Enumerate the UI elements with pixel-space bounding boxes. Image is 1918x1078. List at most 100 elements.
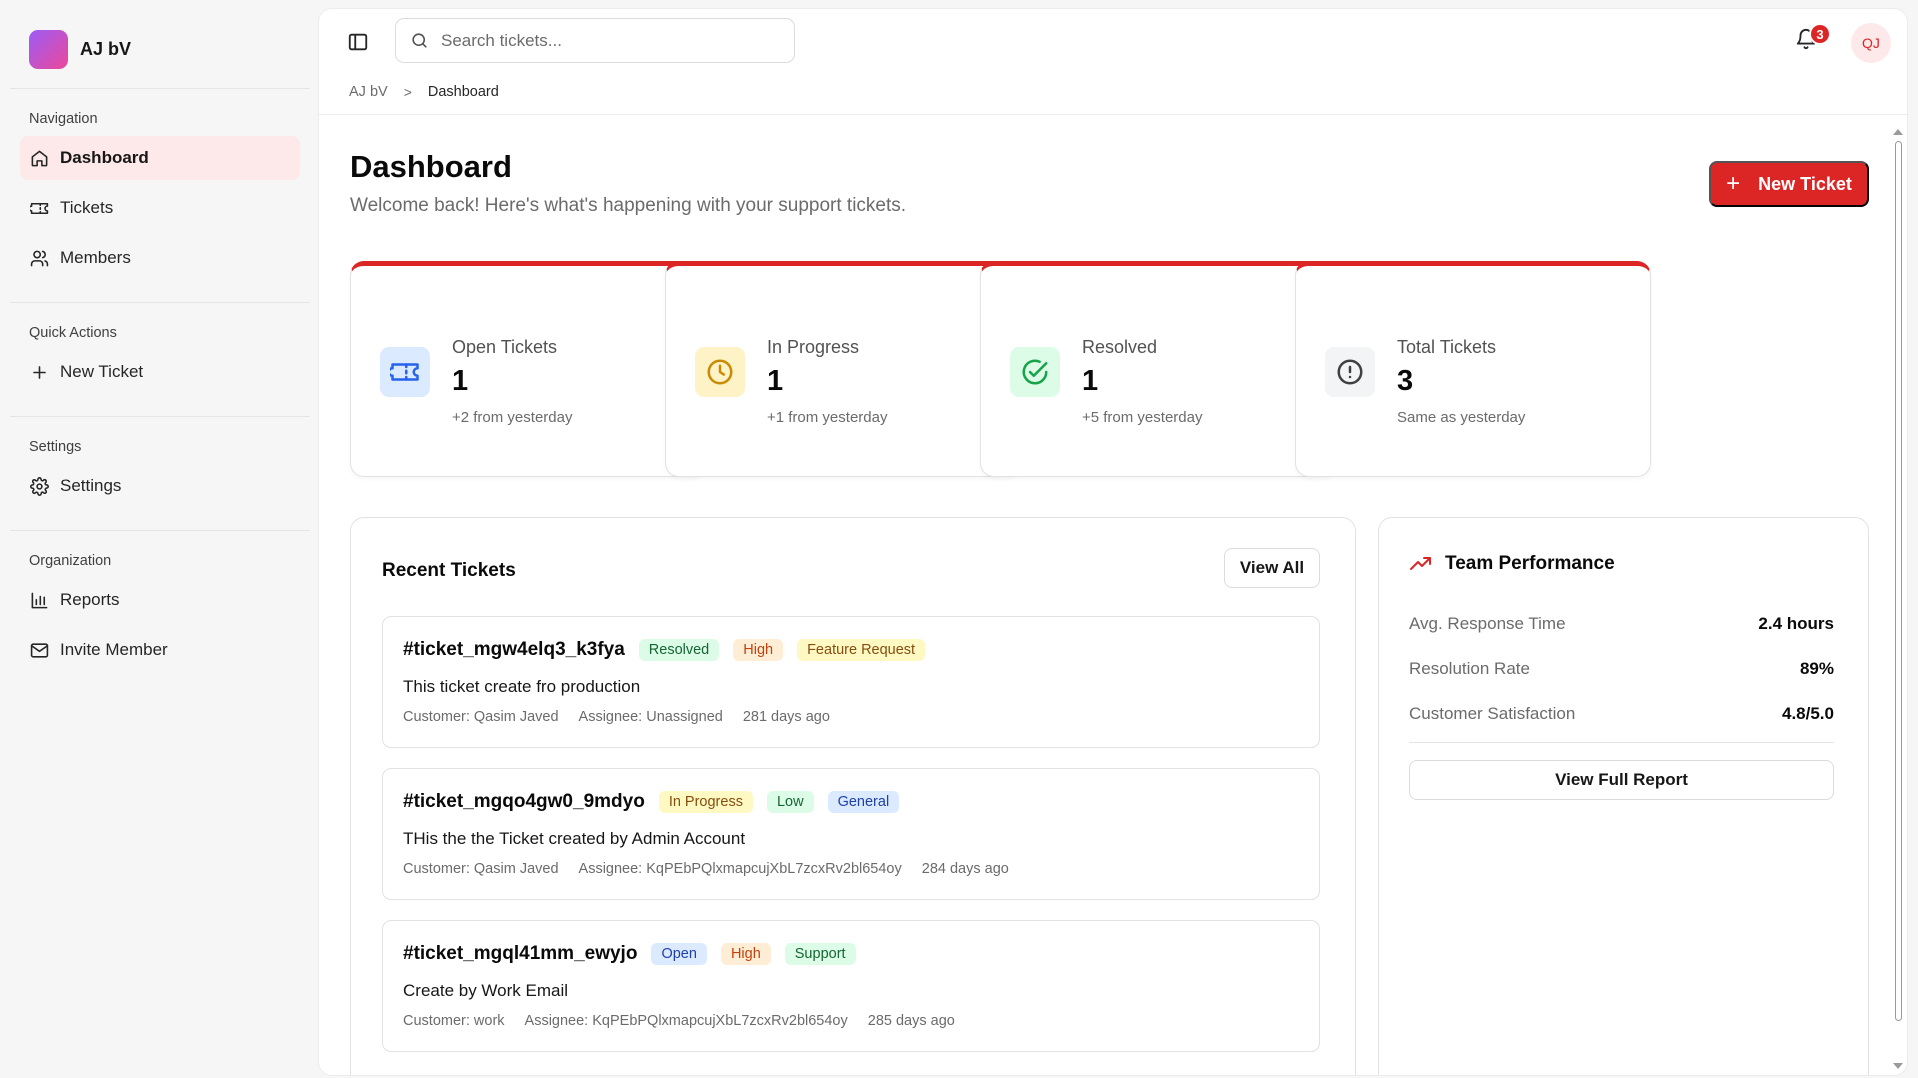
stat-value: 1: [452, 365, 469, 397]
ticket-id[interactable]: #ticket_mgw4elq3_k3fya: [403, 639, 625, 661]
search-box[interactable]: [395, 18, 795, 63]
stat-label: In Progress: [767, 337, 860, 357]
sidebar-item-label: Settings: [60, 476, 122, 495]
brand-logo: [29, 29, 68, 69]
ticket-row[interactable]: #ticket_mgql41mm_ewyjo Open High Support…: [382, 920, 1320, 1052]
ticket-age: 281 days ago: [742, 709, 830, 725]
category-badge: General: [827, 791, 900, 813]
ticket-row[interactable]: #ticket_mgqo4gw0_9mdyo In Progress Low G…: [382, 768, 1320, 900]
users-icon: [30, 250, 49, 266]
check-circle-icon: [1010, 347, 1060, 397]
clock-icon: [695, 347, 745, 397]
scrollbar[interactable]: [1893, 129, 1903, 1069]
ticket-title: Create by Work Email: [403, 981, 569, 1000]
stat-delta: +5 from yesterday: [1082, 409, 1203, 426]
search-input[interactable]: [441, 30, 771, 51]
ticket-id[interactable]: #ticket_mgql41mm_ewyjo: [403, 943, 637, 965]
page-subtitle: Welcome back! Here's what's happening wi…: [350, 195, 907, 216]
nav-group-settings: Settings Settings: [10, 417, 310, 531]
sidebar-item-dashboard[interactable]: Dashboard: [20, 136, 300, 180]
ticket-icon: [30, 202, 49, 214]
ticket-row[interactable]: #ticket_mgw4elq3_k3fya Resolved High Fea…: [382, 616, 1320, 748]
ticket-assignee: Assignee: KqPEbPQlxmapcujXbL7zcxRv2bl654…: [524, 1013, 848, 1029]
metric-resolution-rate: Resolution Rate 89%: [1409, 659, 1834, 679]
sidebar-toggle-icon: [348, 33, 368, 51]
view-all-button[interactable]: View All: [1224, 548, 1320, 588]
ticket-title: This ticket create fro production: [403, 677, 641, 696]
priority-badge: High: [720, 943, 771, 965]
stat-delta: +1 from yesterday: [767, 409, 888, 426]
ticket-age: 284 days ago: [921, 861, 1009, 877]
team-performance-header: Team Performance: [1409, 552, 1615, 576]
sidebar-item-reports[interactable]: Reports: [20, 578, 300, 622]
ticket-customer: Customer: Qasim Javed: [403, 709, 559, 725]
team-performance-title: Team Performance: [1445, 553, 1615, 574]
chevron-right-icon: >: [403, 84, 412, 100]
sidebar: AJ bV Navigation Dashboard Tickets Membe…: [10, 10, 310, 1068]
ticket-icon: [380, 347, 430, 397]
sidebar-item-invite-member[interactable]: Invite Member: [20, 628, 300, 672]
sidebar-item-label: Tickets: [60, 198, 114, 217]
status-badge: Open: [651, 943, 707, 965]
stat-card-open: Open Tickets 1 +2 from yesterday: [350, 261, 706, 477]
ticket-title: THis the the Ticket created by Admin Acc…: [403, 829, 746, 848]
group-label: Organization: [29, 553, 112, 569]
group-label: Quick Actions: [29, 325, 117, 341]
stat-card-total: Total Tickets 3 Same as yesterday: [1295, 261, 1651, 477]
ticket-assignee: Assignee: KqPEbPQlxmapcujXbL7zcxRv2bl654…: [578, 861, 902, 877]
stat-card-resolved: Resolved 1 +5 from yesterday: [980, 261, 1336, 477]
metric-value: 89%: [1799, 659, 1834, 678]
recent-tickets-card: Recent Tickets View All #ticket_mgw4elq3…: [350, 517, 1356, 1075]
sidebar-item-settings[interactable]: Settings: [20, 464, 300, 508]
breadcrumb-current: Dashboard: [427, 84, 499, 100]
scroll-down-arrow-icon[interactable]: [1893, 1063, 1903, 1069]
plus-icon: +: [1726, 170, 1741, 197]
stat-value: 1: [1082, 365, 1099, 397]
nav-group-quick-actions: Quick Actions New Ticket: [10, 303, 310, 417]
trending-up-icon: [1410, 557, 1431, 570]
status-badge: In Progress: [658, 791, 753, 813]
breadcrumb-root[interactable]: AJ bV: [349, 84, 388, 100]
stat-value: 3: [1397, 365, 1414, 397]
metric-avg-response: Avg. Response Time 2.4 hours: [1409, 614, 1834, 634]
page-title: Dashboard: [350, 149, 512, 184]
stat-delta: Same as yesterday: [1397, 409, 1526, 426]
category-badge: Feature Request: [797, 639, 926, 661]
nav-group-organization: Organization Reports Invite Member: [10, 531, 310, 694]
status-badge: Resolved: [638, 639, 720, 661]
brand-name: AJ bV: [80, 38, 132, 59]
stat-label: Open Tickets: [452, 337, 558, 357]
priority-badge: Low: [766, 791, 814, 813]
sidebar-item-label: Reports: [60, 590, 120, 609]
ticket-assignee: Assignee: Unassigned: [578, 709, 723, 725]
category-badge: Support: [784, 943, 856, 965]
home-icon: [31, 150, 48, 166]
bar-chart-icon: [31, 592, 48, 608]
sidebar-toggle-button[interactable]: [347, 31, 369, 53]
sidebar-item-tickets[interactable]: Tickets: [20, 186, 300, 230]
metric-customer-satisfaction: Customer Satisfaction 4.8/5.0: [1409, 704, 1834, 724]
avatar[interactable]: QJ: [1851, 23, 1891, 63]
team-performance-card: Team Performance Avg. Response Time 2.4 …: [1378, 517, 1869, 1075]
sidebar-item-label: New Ticket: [60, 362, 144, 381]
brand[interactable]: AJ bV: [10, 10, 310, 89]
scroll-up-arrow-icon[interactable]: [1893, 129, 1903, 135]
scrollbar-thumb[interactable]: [1895, 141, 1902, 1021]
ticket-meta: Customer: Qasim Javed Assignee: KqPEbPQl…: [403, 861, 1029, 877]
main-panel: AJ bV > Dashboard 3 QJ Dashboard Welcome…: [318, 8, 1908, 1076]
stat-value: 1: [767, 365, 784, 397]
ticket-customer: Customer: Qasim Javed: [403, 861, 559, 877]
sidebar-item-members[interactable]: Members: [20, 236, 300, 280]
view-full-report-button[interactable]: View Full Report: [1409, 760, 1834, 800]
stat-card-in-progress: In Progress 1 +1 from yesterday: [665, 261, 1021, 477]
metric-label: Resolution Rate: [1409, 659, 1530, 678]
metric-label: Avg. Response Time: [1409, 614, 1566, 633]
ticket-customer: Customer: work: [403, 1013, 505, 1029]
notifications-button[interactable]: 3: [1795, 23, 1831, 58]
search-icon: [412, 33, 427, 48]
new-ticket-label: New Ticket: [1758, 173, 1852, 194]
sidebar-item-new-ticket[interactable]: New Ticket: [20, 350, 300, 394]
group-label: Navigation: [29, 111, 98, 127]
ticket-id[interactable]: #ticket_mgqo4gw0_9mdyo: [403, 791, 645, 813]
new-ticket-button[interactable]: + New Ticket: [1709, 161, 1869, 207]
